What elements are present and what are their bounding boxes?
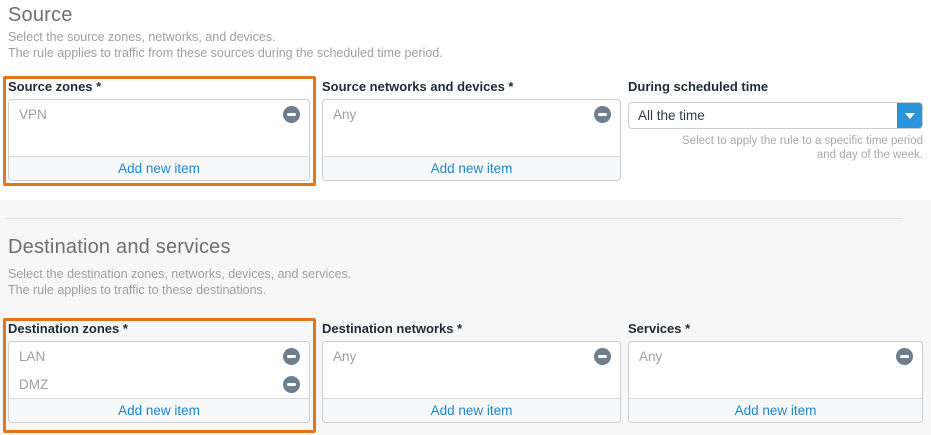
schedule-select-value: All the time	[629, 103, 897, 128]
source-zones-box: VPN Add new item	[8, 99, 310, 181]
add-new-item-link[interactable]: Add new item	[431, 161, 513, 176]
source-section-description-line2: The rule applies to traffic from these s…	[8, 45, 443, 61]
destination-zones-box: LAN DMZ Add new item	[8, 341, 310, 423]
schedule-dropdown-button[interactable]	[897, 103, 922, 128]
schedule-help-line1: Select to apply the rule to a specific t…	[628, 134, 923, 148]
zone-item-label: VPN	[19, 107, 47, 122]
zone-item-label: Any	[333, 349, 356, 364]
destination-zones-field: Destination zones * LAN DMZ Add new item	[8, 322, 310, 423]
destination-section-description-line1: Select the destination zones, networks, …	[8, 266, 351, 282]
schedule-label: During scheduled time	[628, 80, 923, 94]
minus-circle-icon[interactable]	[283, 106, 300, 123]
destination-zones-label: Destination zones *	[8, 322, 310, 336]
minus-circle-icon[interactable]	[896, 348, 913, 365]
source-networks-box: Any Add new item	[322, 99, 621, 181]
zone-item: DMZ	[9, 370, 309, 398]
source-zones-field: Source zones * VPN Add new item	[8, 80, 310, 181]
zone-item-label: Any	[333, 107, 356, 122]
add-new-item-link[interactable]: Add new item	[431, 403, 513, 418]
destination-zones-list: LAN DMZ	[9, 342, 309, 398]
destination-section-title: Destination and services	[8, 236, 231, 259]
schedule-field: During scheduled time All the time Selec…	[628, 80, 923, 162]
zone-item-label: DMZ	[19, 377, 48, 392]
add-new-item-link[interactable]: Add new item	[118, 403, 200, 418]
zone-item: LAN	[9, 342, 309, 370]
caret-down-icon	[905, 113, 915, 119]
zone-item-label: Any	[639, 349, 662, 364]
minus-circle-icon[interactable]	[594, 348, 611, 365]
source-networks-label: Source networks and devices *	[322, 80, 621, 94]
source-zones-add-bar: Add new item	[9, 156, 309, 180]
source-networks-add-bar: Add new item	[323, 156, 620, 180]
services-add-bar: Add new item	[629, 398, 922, 422]
destination-networks-list: Any	[323, 342, 620, 398]
destination-section-description-line2: The rule applies to traffic to these des…	[8, 282, 266, 298]
add-new-item-link[interactable]: Add new item	[118, 161, 200, 176]
destination-networks-label: Destination networks *	[322, 322, 621, 336]
source-section-description-line1: Select the source zones, networks, and d…	[8, 29, 276, 45]
minus-circle-icon[interactable]	[283, 348, 300, 365]
zone-item: Any	[323, 342, 620, 370]
minus-circle-icon[interactable]	[594, 106, 611, 123]
source-section-title: Source	[8, 4, 73, 27]
section-divider	[5, 218, 903, 219]
source-zones-list: VPN	[9, 100, 309, 156]
add-new-item-link[interactable]: Add new item	[735, 403, 817, 418]
destination-zones-add-bar: Add new item	[9, 398, 309, 422]
zone-item: Any	[629, 342, 922, 370]
services-list: Any	[629, 342, 922, 398]
source-networks-field: Source networks and devices * Any Add ne…	[322, 80, 621, 181]
zone-item: Any	[323, 100, 620, 128]
source-zones-label: Source zones *	[8, 80, 310, 94]
destination-networks-add-bar: Add new item	[323, 398, 620, 422]
schedule-help-line2: and day of the week.	[628, 148, 923, 162]
schedule-select[interactable]: All the time	[628, 102, 923, 129]
services-label: Services *	[628, 322, 923, 336]
services-field: Services * Any Add new item	[628, 322, 923, 423]
source-networks-list: Any	[323, 100, 620, 156]
destination-networks-box: Any Add new item	[322, 341, 621, 423]
services-box: Any Add new item	[628, 341, 923, 423]
schedule-help-text: Select to apply the rule to a specific t…	[628, 134, 923, 162]
destination-networks-field: Destination networks * Any Add new item	[322, 322, 621, 423]
minus-circle-icon[interactable]	[283, 376, 300, 393]
zone-item: VPN	[9, 100, 309, 128]
zone-item-label: LAN	[19, 349, 45, 364]
